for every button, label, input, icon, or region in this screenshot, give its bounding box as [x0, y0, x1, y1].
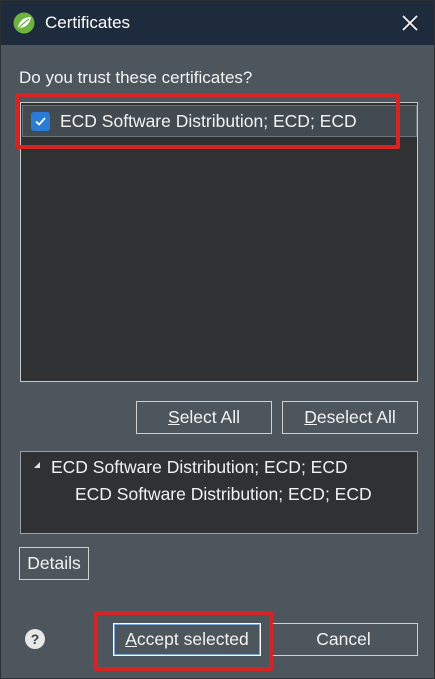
app-leaf-icon: [13, 12, 35, 34]
details-button[interactable]: Details: [19, 547, 89, 580]
accept-selected-button[interactable]: Accept selected: [113, 623, 261, 656]
window-title: Certificates: [45, 13, 131, 32]
title-bar: Certificates: [1, 1, 434, 45]
tree-child-item[interactable]: ECD Software Distribution; ECD; ECD: [75, 484, 372, 505]
deselect-all-button[interactable]: Deselect All: [282, 401, 418, 434]
tree-collapse-icon[interactable]: [33, 461, 41, 469]
certificate-checkbox[interactable]: [31, 112, 50, 131]
close-button[interactable]: [394, 7, 426, 39]
tree-root-item[interactable]: ECD Software Distribution; ECD; ECD: [51, 457, 348, 478]
certificate-chain-tree[interactable]: ECD Software Distribution; ECD; ECD ECD …: [20, 451, 418, 534]
close-icon: [402, 15, 418, 31]
certificates-dialog: Certificates Do you trust these certific…: [0, 0, 435, 679]
help-icon[interactable]: ?: [25, 629, 45, 649]
checkmark-icon: [35, 117, 46, 126]
certificate-label: ECD Software Distribution; ECD; ECD: [60, 111, 357, 131]
certificate-list[interactable]: ECD Software Distribution; ECD; ECD: [20, 102, 418, 382]
select-all-button[interactable]: Select All: [136, 401, 272, 434]
cancel-button[interactable]: Cancel: [269, 623, 418, 656]
certificate-row[interactable]: ECD Software Distribution; ECD; ECD: [22, 105, 417, 137]
trust-prompt: Do you trust these certificates?: [19, 68, 253, 87]
